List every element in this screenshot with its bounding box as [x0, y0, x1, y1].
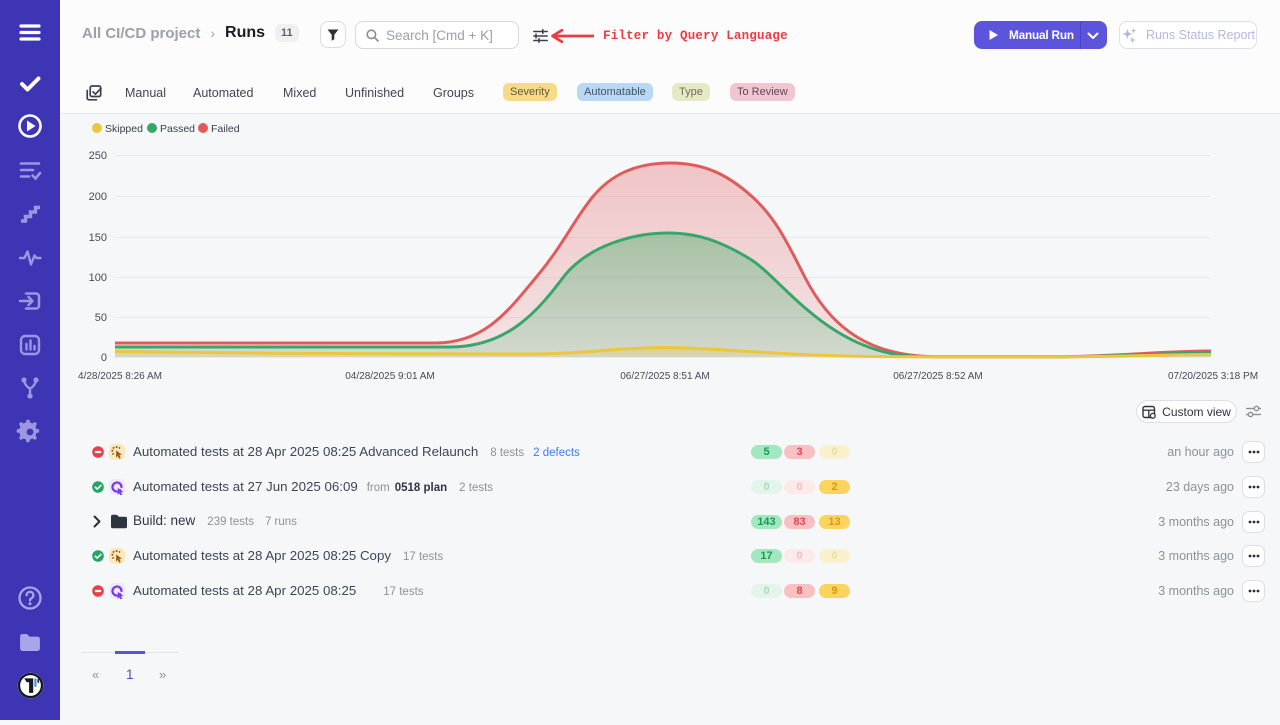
- svg-text:06/27/2025 8:51 AM: 06/27/2025 8:51 AM: [620, 371, 710, 382]
- svg-text:Failed: Failed: [211, 123, 240, 135]
- svg-text:0: 0: [101, 352, 107, 364]
- svg-text:Skipped: Skipped: [105, 123, 143, 135]
- svg-text:4/28/2025 8:26 AM: 4/28/2025 8:26 AM: [78, 371, 162, 382]
- svg-text:07/20/2025 3:18 PM: 07/20/2025 3:18 PM: [1168, 371, 1258, 382]
- svg-text:150: 150: [89, 232, 107, 244]
- svg-text:200: 200: [89, 191, 107, 203]
- svg-text:Passed: Passed: [160, 123, 195, 135]
- svg-text:50: 50: [95, 312, 107, 324]
- svg-text:100: 100: [89, 272, 107, 284]
- svg-text:250: 250: [89, 150, 107, 162]
- svg-text:06/27/2025 8:52 AM: 06/27/2025 8:52 AM: [893, 371, 983, 382]
- svg-text:04/28/2025 9:01 AM: 04/28/2025 9:01 AM: [345, 371, 435, 382]
